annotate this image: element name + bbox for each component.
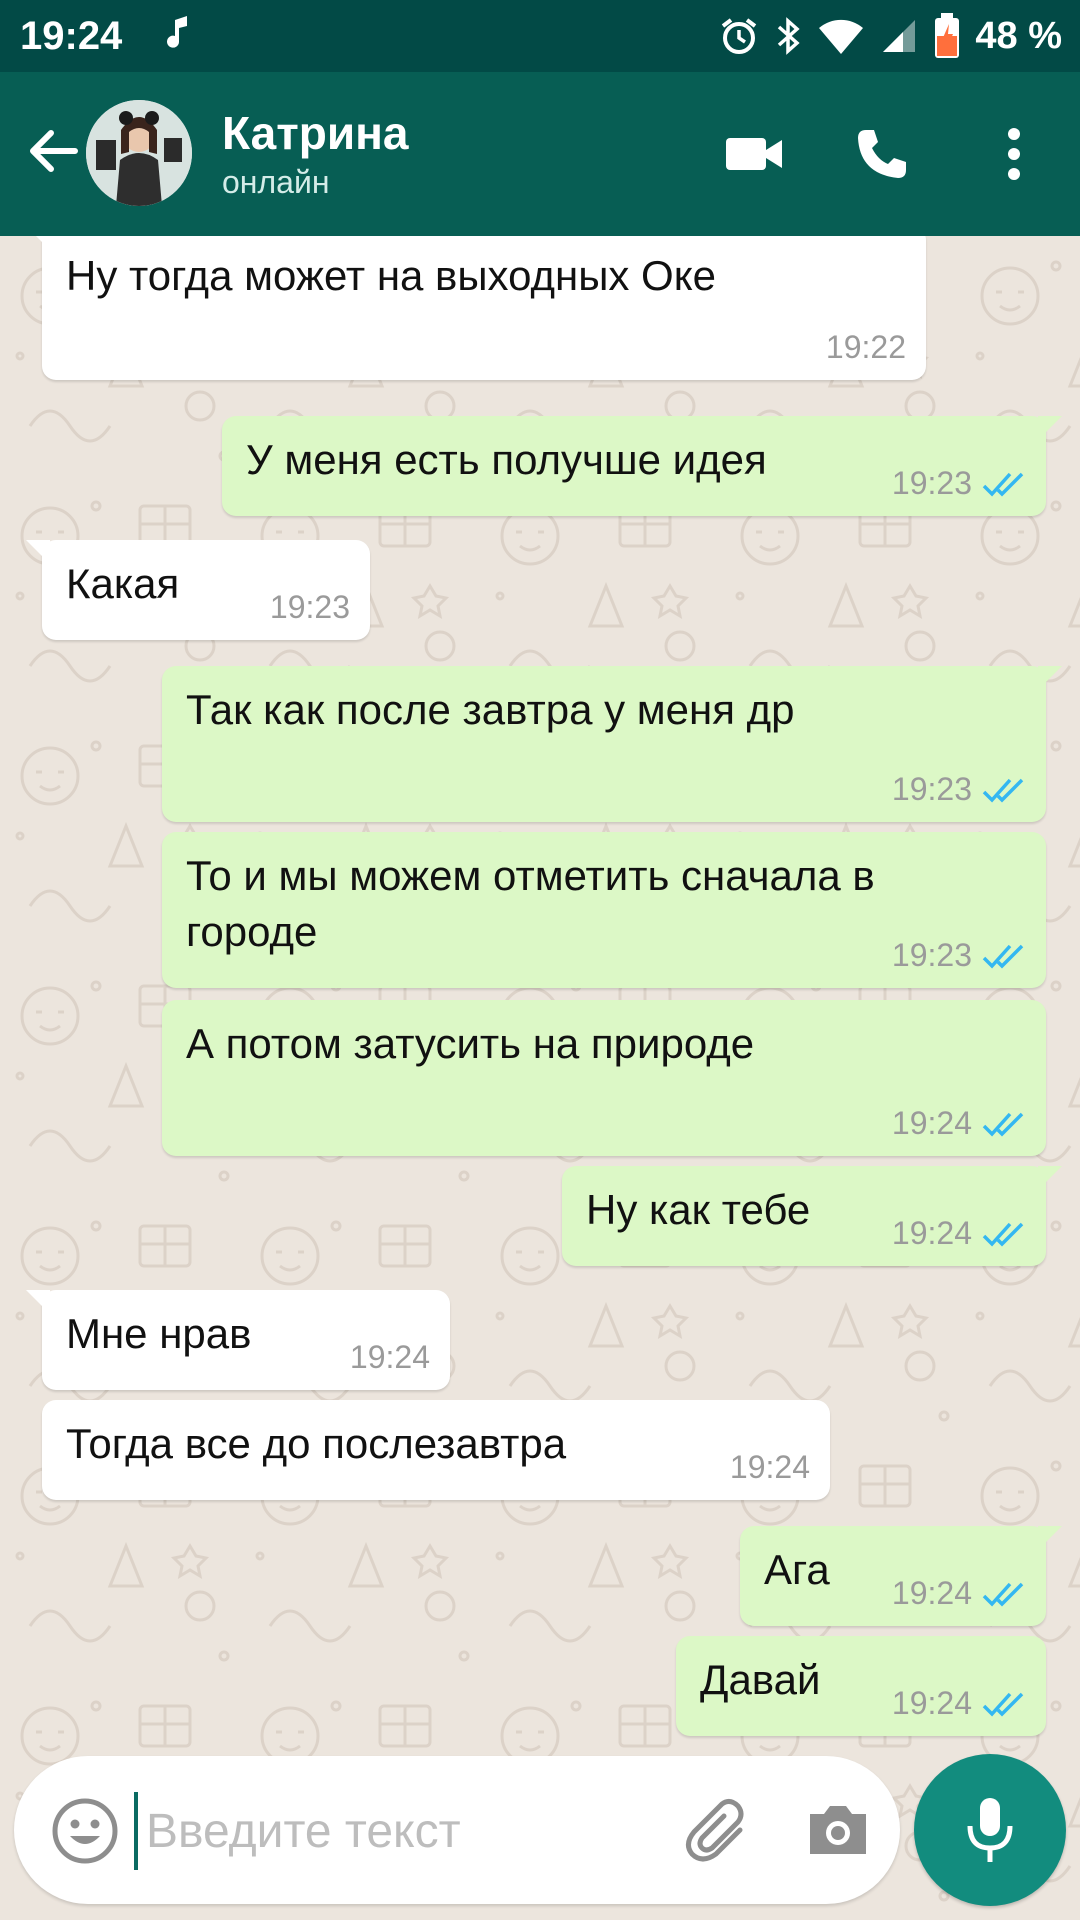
double-check-read-icon — [982, 1582, 1024, 1607]
status-bar: 19:24 48 % — [0, 0, 1080, 72]
double-check-read-icon — [982, 472, 1024, 497]
message-outgoing[interactable]: У меня есть получше идея 19:23 — [222, 416, 1062, 516]
message-text: А потом затусить на природе — [186, 1020, 755, 1067]
message-outgoing[interactable]: Ага 19:24 — [740, 1526, 1062, 1626]
double-check-read-icon — [982, 1112, 1024, 1137]
avatar-photo — [86, 100, 192, 206]
video-call-icon — [726, 138, 782, 170]
message-time: 19:24 — [729, 1449, 810, 1485]
message-meta: 19:24 — [892, 1685, 1026, 1722]
message-input[interactable] — [134, 1792, 688, 1870]
message-incoming[interactable]: Мне нрав 19:24 — [26, 1290, 450, 1390]
message-time: 19:24 — [891, 1575, 972, 1611]
bubble-tail — [1038, 1526, 1062, 1550]
composer-bar — [14, 1756, 900, 1904]
message-outgoing[interactable]: Так как после завтра у меня др 19:23 — [162, 666, 1062, 822]
message-time: 19:23 — [891, 937, 972, 973]
bubble-tail — [1038, 416, 1062, 440]
message-list[interactable]: Ну тогда может на выходных Оке 19:22 У м… — [0, 236, 1080, 1920]
message-text: Так как после завтра у меня др — [186, 686, 795, 733]
message-text: Мне нрав — [66, 1310, 252, 1357]
message-outgoing[interactable]: А потом затусить на природе 19:24 — [162, 1000, 1046, 1156]
camera-icon[interactable] — [802, 1794, 874, 1866]
paperclip-icon[interactable] — [682, 1794, 754, 1866]
back-arrow-icon — [30, 130, 78, 172]
message-incoming[interactable]: Какая 19:23 — [26, 540, 370, 640]
message-meta: 19:24 — [350, 1339, 430, 1376]
double-check-read-icon — [982, 944, 1024, 969]
message-outgoing[interactable]: Ну как тебе 19:24 — [562, 1166, 1062, 1266]
emoji-icon[interactable] — [48, 1794, 122, 1868]
status-time: 19:24 — [20, 14, 123, 58]
message-time: 19:23 — [891, 465, 972, 501]
alarm-icon — [722, 18, 757, 54]
bubble-tail — [26, 540, 50, 564]
battery-charging-icon — [935, 13, 960, 58]
video-call-button[interactable] — [716, 116, 792, 192]
message-meta: 19:22 — [826, 329, 906, 366]
message-time: 19:22 — [825, 329, 906, 365]
message-incoming[interactable]: Ну тогда может на выходных Оке 19:22 — [36, 236, 926, 380]
status-icons: 48 % — [719, 10, 1062, 62]
bubble-tail — [26, 1290, 50, 1314]
message-time: 19:24 — [891, 1105, 972, 1141]
cell-signal-icon — [883, 20, 916, 52]
phone-icon — [858, 130, 906, 178]
more-options-button[interactable] — [976, 116, 1052, 192]
voice-call-button[interactable] — [844, 116, 920, 192]
message-time: 19:23 — [269, 589, 350, 625]
message-meta: 19:24 — [892, 1105, 1026, 1142]
message-meta: 19:24 — [730, 1449, 810, 1486]
message-text: Какая — [66, 560, 180, 607]
contact-status: онлайн — [222, 164, 330, 200]
message-text: Ну как тебе — [586, 1186, 811, 1233]
message-text: У меня есть получше идея — [246, 436, 767, 483]
message-time: 19:24 — [891, 1215, 972, 1251]
message-time: 19:24 — [891, 1685, 972, 1721]
message-time: 19:24 — [349, 1339, 430, 1375]
message-outgoing[interactable]: Давай 19:24 — [676, 1636, 1046, 1736]
battery-percent: 48 % — [975, 14, 1062, 57]
bubble-tail — [1038, 666, 1062, 690]
message-text: Ну тогда может на выходных Оке — [66, 252, 716, 299]
more-vert-icon — [1008, 128, 1020, 180]
message-incoming[interactable]: Тогда все до послезавтра 19:24 — [42, 1400, 830, 1500]
message-text: Тогда все до послезавтра — [66, 1420, 567, 1467]
message-meta: 19:23 — [892, 771, 1026, 808]
double-check-read-icon — [982, 1692, 1024, 1717]
music-note-icon — [167, 16, 187, 48]
message-meta: 19:24 — [892, 1215, 1026, 1252]
wifi-icon — [819, 19, 864, 54]
message-text: Ага — [764, 1546, 830, 1593]
message-meta: 19:23 — [892, 937, 1026, 974]
bubble-tail — [36, 236, 50, 250]
double-check-read-icon — [982, 778, 1024, 803]
contact-name[interactable]: Катрина — [222, 106, 409, 160]
double-check-read-icon — [982, 1222, 1024, 1247]
message-meta: 19:24 — [892, 1575, 1026, 1612]
bubble-tail — [1038, 1166, 1062, 1190]
bluetooth-icon — [778, 17, 801, 55]
contact-avatar[interactable] — [86, 100, 192, 206]
message-meta: 19:23 — [270, 589, 350, 626]
back-button[interactable] — [18, 116, 88, 186]
message-text: Давай — [700, 1656, 821, 1703]
message-text: То и мы можем отметить сначала в городе — [186, 852, 875, 955]
voice-message-button[interactable] — [914, 1754, 1066, 1906]
message-time: 19:23 — [891, 771, 972, 807]
message-meta: 19:23 — [892, 465, 1026, 502]
message-outgoing[interactable]: То и мы можем отметить сначала в городе … — [162, 832, 1046, 988]
microphone-icon — [967, 1798, 1013, 1862]
chat-header: Катрина онлайн — [0, 72, 1080, 236]
